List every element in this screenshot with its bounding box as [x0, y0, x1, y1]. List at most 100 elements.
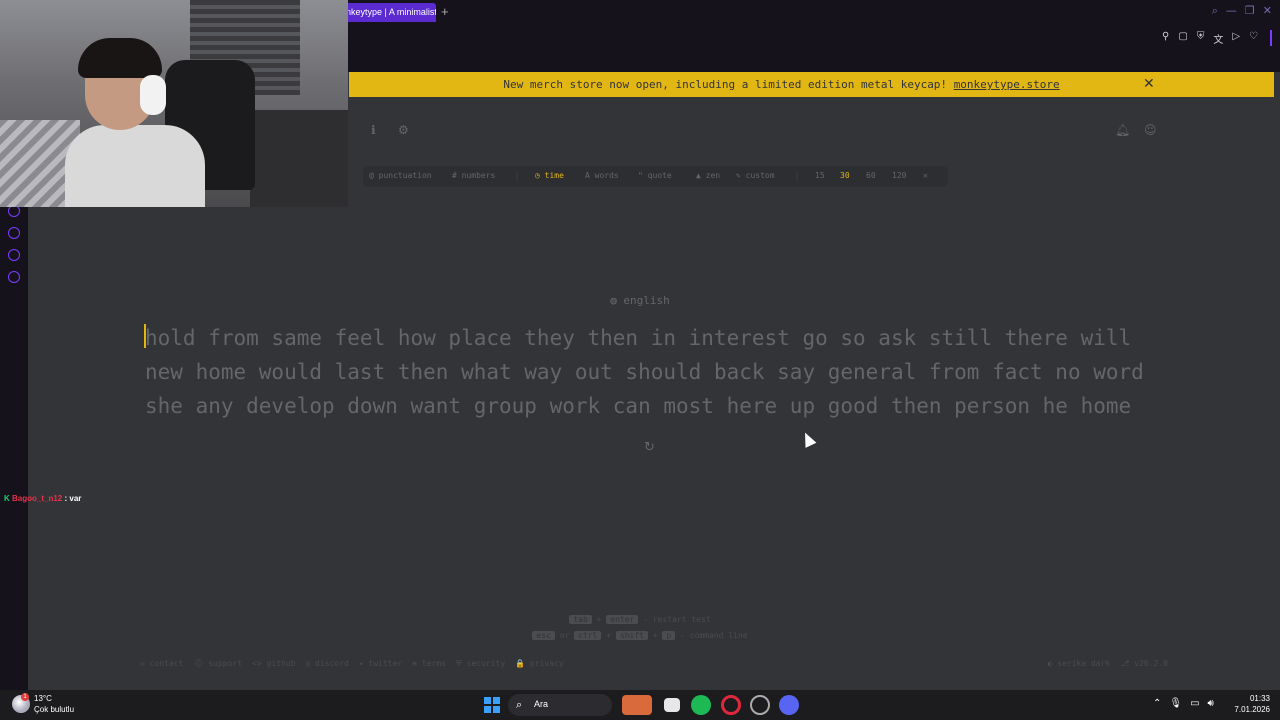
kbd-tab: tab — [569, 615, 592, 624]
footer-terms[interactable]: ≡ terms — [412, 659, 446, 669]
network-icon[interactable]: ▭ — [1190, 698, 1199, 709]
snapshot-icon[interactable]: ▢ — [1178, 31, 1187, 46]
opera-gx-icon[interactable] — [721, 695, 741, 715]
mode-quote[interactable]: ❝ quote — [638, 171, 672, 180]
webcam-person — [78, 38, 162, 78]
words-line: she any develop down want group work can… — [145, 394, 1132, 418]
hint-command-text: - command line — [680, 631, 748, 640]
system-clock[interactable]: 01:33 7.01.2026 — [1234, 693, 1270, 715]
words-line: new home would last then what way out sh… — [145, 360, 1144, 384]
file-explorer-icon[interactable] — [664, 698, 680, 712]
stream-chat-message: K Bagoo_t_n12 : var — [4, 494, 81, 503]
config-separator — [796, 171, 798, 182]
banner-store-link[interactable]: monkeytype.store — [954, 78, 1060, 91]
hint-or: or — [559, 631, 570, 640]
footer-right: ◐ serika dark ⎇ v26.2.0 — [1048, 659, 1168, 668]
custom-time-tools-icon[interactable]: ✕ — [923, 171, 928, 180]
test-config-bar: @ punctuation # numbers ◷ time A words ❝… — [363, 166, 948, 187]
restore-icon[interactable]: ❐ — [1245, 4, 1255, 18]
chevron-up-icon[interactable]: ⌃ — [1153, 698, 1161, 709]
webcam-person — [65, 125, 205, 207]
start-button[interactable] — [484, 697, 500, 713]
steam-icon[interactable] — [750, 695, 770, 715]
notifications-bell-icon[interactable]: 🔔︎ — [1115, 123, 1130, 137]
discord-icon[interactable] — [779, 695, 799, 715]
config-numbers[interactable]: # numbers — [452, 171, 495, 180]
hint-plus: + — [652, 631, 658, 640]
settings-gear-icon[interactable]: ⚙ — [398, 123, 409, 137]
settings-icon[interactable] — [8, 271, 20, 283]
shield-icon[interactable]: ⛨ — [1197, 31, 1205, 46]
volume-icon[interactable]: 🔊︎ — [1208, 698, 1214, 709]
close-window-icon[interactable]: ✕ — [1263, 4, 1272, 18]
time-120[interactable]: 120 — [892, 171, 906, 180]
footer-version[interactable]: ⎇ v26.2.0 — [1120, 659, 1168, 668]
weather-description[interactable]: Çok bulutlu — [34, 705, 74, 714]
minimize-icon[interactable]: — — [1226, 4, 1237, 18]
weather-temperature[interactable]: 13°C — [34, 694, 52, 703]
pin-icon[interactable]: ⚲ — [1162, 31, 1169, 46]
mode-zen[interactable]: ▲ zen — [696, 171, 720, 180]
about-icon[interactable]: ℹ — [371, 123, 376, 137]
hint-plus: + — [596, 615, 602, 624]
time-30[interactable]: 30 — [840, 171, 850, 180]
banner-close-icon[interactable]: ✕ — [1143, 76, 1155, 92]
translate-icon[interactable]: 文 — [1213, 31, 1223, 46]
screen: nkeytype | A minimalist + ⌕ — ❐ ✕ ⚲ ▢ ⛨ … — [0, 0, 1280, 720]
play-icon[interactable]: ▷ — [1232, 31, 1240, 46]
browser-tab-monkeytype[interactable]: nkeytype | A minimalist — [340, 3, 436, 22]
footer-discord[interactable]: ◎ discord — [305, 659, 348, 669]
typing-caret — [144, 324, 146, 348]
new-tab-button[interactable]: + — [441, 4, 449, 19]
search-placeholder: Ara — [534, 699, 549, 709]
kbd-esc: esc — [532, 631, 555, 640]
banner-text: New merch store now open, including a li… — [503, 78, 948, 91]
microphone-icon[interactable]: 🎙︎ — [1169, 698, 1182, 709]
time-60[interactable]: 60 — [866, 171, 876, 180]
mode-time[interactable]: ◷ time — [535, 171, 564, 180]
chat-text: : var — [64, 494, 82, 503]
words-line: hold from same feel how place they then … — [145, 326, 1132, 350]
language-selector[interactable]: ◍ english — [0, 294, 1280, 307]
widget-app-icon[interactable] — [622, 695, 652, 715]
kbd-shift: shift — [615, 631, 648, 640]
heart-icon[interactable]: ♡ — [1249, 31, 1258, 46]
webcam-background — [250, 110, 348, 207]
footer-github[interactable]: <> github — [252, 659, 295, 669]
mouse-cursor — [799, 430, 817, 448]
extensions-icon[interactable] — [8, 249, 20, 261]
webcam-headset — [140, 75, 166, 115]
history-icon[interactable] — [8, 227, 20, 239]
kbd-ctrl: ctrl — [574, 631, 602, 640]
mode-words[interactable]: A words — [585, 171, 619, 180]
mode-custom[interactable]: ✎ custom — [736, 171, 775, 180]
kbd-enter: enter — [606, 615, 639, 624]
time-15[interactable]: 15 — [815, 171, 825, 180]
sidebar-toggle[interactable] — [1270, 30, 1272, 46]
footer-security[interactable]: ⛨ security — [456, 659, 505, 669]
chat-badge: K — [4, 494, 10, 503]
hint-restart-text: - restart test — [643, 615, 711, 624]
config-separator — [516, 171, 518, 182]
merch-banner: New merch store now open, including a li… — [349, 72, 1274, 97]
command-line-hint: esc or ctrl + shift + p - command line — [0, 631, 1280, 640]
system-tray: ⌃ 🎙︎ ▭ 🔊︎ — [1153, 698, 1214, 709]
account-icon[interactable]: ☺ — [1144, 123, 1157, 137]
search-icon[interactable]: ⌕ — [1212, 4, 1218, 18]
kbd-p: p — [662, 631, 676, 640]
footer-contact[interactable]: ✉ contact — [140, 659, 183, 669]
restart-test-icon[interactable]: ↻ — [644, 440, 655, 455]
clock-date: 7.01.2026 — [1234, 705, 1270, 714]
footer-theme[interactable]: ◐ serika dark — [1048, 659, 1111, 668]
config-punctuation[interactable]: @ punctuation — [369, 171, 432, 180]
webcam-overlay — [0, 0, 348, 207]
footer-twitter[interactable]: ✦ twitter — [359, 659, 402, 669]
words-area[interactable]: hold from same feel how place they then … — [145, 321, 1165, 423]
clock-time: 01:33 — [1249, 694, 1270, 703]
footer-support[interactable]: ⛑ support — [193, 659, 242, 669]
chat-username: Bagoo_t_n12 — [12, 494, 63, 503]
search-icon: ⌕ — [516, 698, 523, 711]
spotify-icon[interactable] — [691, 695, 711, 715]
footer-privacy[interactable]: 🔒 privacy — [515, 659, 564, 669]
taskbar-search[interactable]: ⌕ Ara — [508, 694, 612, 716]
